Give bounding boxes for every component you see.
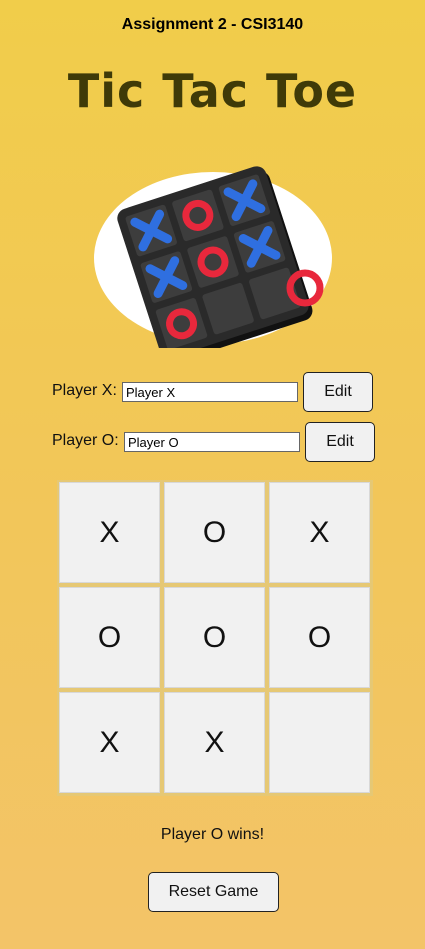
game-status: Player O wins! bbox=[160, 826, 265, 843]
player-o-row: Player O: Edit bbox=[0, 422, 425, 462]
edit-player-o-button[interactable]: Edit bbox=[305, 422, 375, 462]
board-cell-2[interactable]: O bbox=[164, 482, 265, 583]
edit-player-x-button[interactable]: Edit bbox=[303, 372, 373, 412]
board-cell-9[interactable] bbox=[269, 692, 370, 793]
player-x-row: Player X: Edit bbox=[0, 372, 425, 412]
player-o-label: Player O: bbox=[52, 432, 119, 449]
reset-game-button[interactable]: Reset Game bbox=[148, 872, 279, 912]
board-cell-6[interactable]: O bbox=[269, 587, 370, 688]
board-cell-8[interactable]: X bbox=[164, 692, 265, 793]
board-cell-7[interactable]: X bbox=[59, 692, 160, 793]
player-o-name-input[interactable] bbox=[124, 432, 300, 452]
player-x-name-input[interactable] bbox=[122, 382, 298, 402]
tic-tac-toe-board-image bbox=[94, 166, 332, 348]
game-board: X O X O O O X X bbox=[57, 480, 373, 796]
board-cell-4[interactable]: O bbox=[59, 587, 160, 688]
assignment-subtitle: Assignment 2 - CSI3140 bbox=[121, 16, 304, 33]
player-x-label: Player X: bbox=[52, 382, 117, 399]
page-title: Tic Tac Toe bbox=[67, 64, 358, 118]
board-cell-3[interactable]: X bbox=[269, 482, 370, 583]
board-cell-5[interactable]: O bbox=[164, 587, 265, 688]
board-cell-1[interactable]: X bbox=[59, 482, 160, 583]
